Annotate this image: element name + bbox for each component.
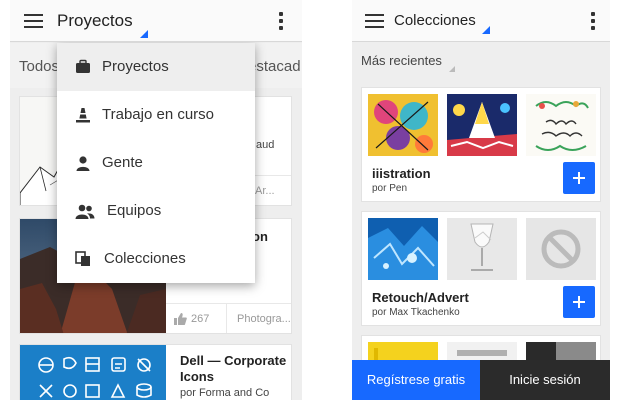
- right-phone-screen: Más recientes iiistration por Pen Retouc…: [352, 0, 610, 400]
- collections-icon: [75, 251, 90, 266]
- menu-item-colecciones[interactable]: Colecciones: [57, 235, 255, 283]
- collection-thumbnail: [447, 218, 517, 280]
- people-icon: [75, 204, 95, 219]
- menu-icon[interactable]: [365, 14, 384, 28]
- collection-card[interactable]: iiistration por Pen: [361, 87, 601, 202]
- menu-item-label: Trabajo en curso: [102, 106, 215, 123]
- collection-author: por Pen: [372, 183, 408, 194]
- card-title-fragment: aud: [256, 139, 275, 151]
- menu-item-equipos[interactable]: Equipos: [57, 187, 255, 235]
- menu-item-label: Colecciones: [104, 250, 186, 267]
- collection-thumbnail: [368, 218, 438, 280]
- filter-featured[interactable]: estacad: [248, 58, 301, 75]
- menu-item-label: Gente: [102, 154, 143, 171]
- sort-selector[interactable]: Más recientes: [361, 53, 442, 68]
- collection-title: Retouch/Advert: [372, 290, 469, 305]
- menu-item-label: Equipos: [107, 202, 162, 219]
- sort-dropdown-indicator-icon[interactable]: [449, 66, 455, 72]
- person-icon: [76, 156, 90, 171]
- like-count: 267: [191, 313, 210, 325]
- collection-card[interactable]: Retouch/Advert por Max Tkachenko: [361, 211, 601, 326]
- left-phone-screen: Todos estacad aud al Ar... on 267 Photog…: [10, 0, 302, 400]
- card-author: por Forma and Co: [180, 387, 270, 399]
- collection-thumbnail: [368, 94, 438, 156]
- menu-item-proyectos[interactable]: Proyectos: [57, 43, 255, 91]
- card-footer: 267 Photogra...: [166, 303, 291, 333]
- unavailable-icon: [526, 218, 596, 280]
- app-bar: Colecciones: [352, 0, 610, 42]
- collection-author: por Max Tkachenko: [372, 307, 460, 318]
- collection-title: iiistration: [372, 166, 431, 181]
- menu-item-trabajo-en-curso[interactable]: Trabajo en curso: [57, 91, 255, 139]
- dropdown-indicator-icon[interactable]: [140, 30, 148, 38]
- briefcase-icon: [76, 59, 90, 73]
- app-bar: Proyectos: [10, 0, 302, 42]
- dropdown-indicator-icon[interactable]: [482, 26, 490, 34]
- more-options-icon[interactable]: [279, 12, 283, 30]
- login-button[interactable]: Inicie sesión: [480, 360, 610, 400]
- card-title: Dell — Corporate Icons: [180, 353, 287, 384]
- menu-item-label: Proyectos: [102, 58, 169, 75]
- menu-item-gente[interactable]: Gente: [57, 139, 255, 187]
- more-options-icon[interactable]: [591, 12, 595, 30]
- follow-collection-button[interactable]: [563, 162, 595, 194]
- section-dropdown-menu: Proyectos Trabajo en curso Gente Equipos: [57, 43, 255, 283]
- menu-icon[interactable]: [24, 14, 43, 28]
- collection-thumbnail: [526, 94, 596, 156]
- section-selector[interactable]: Colecciones: [394, 12, 476, 29]
- collection-thumbnail: [447, 94, 517, 156]
- project-thumbnail[interactable]: [20, 345, 166, 400]
- cone-icon: [76, 108, 90, 123]
- card-field: Photogra...: [237, 313, 291, 325]
- signup-button[interactable]: Regístrese gratis: [352, 360, 480, 400]
- follow-collection-button[interactable]: [563, 286, 595, 318]
- bottom-action-bar: Regístrese gratis Inicie sesión: [352, 360, 610, 400]
- section-selector[interactable]: Proyectos: [57, 11, 133, 31]
- thumbs-up-icon: [174, 313, 187, 325]
- sort-row: Más recientes: [352, 43, 610, 83]
- filter-all[interactable]: Todos: [19, 58, 59, 75]
- project-card[interactable]: Dell — Corporate Icons por Forma and Co: [19, 344, 292, 400]
- collection-thumbnail-placeholder: [526, 218, 596, 280]
